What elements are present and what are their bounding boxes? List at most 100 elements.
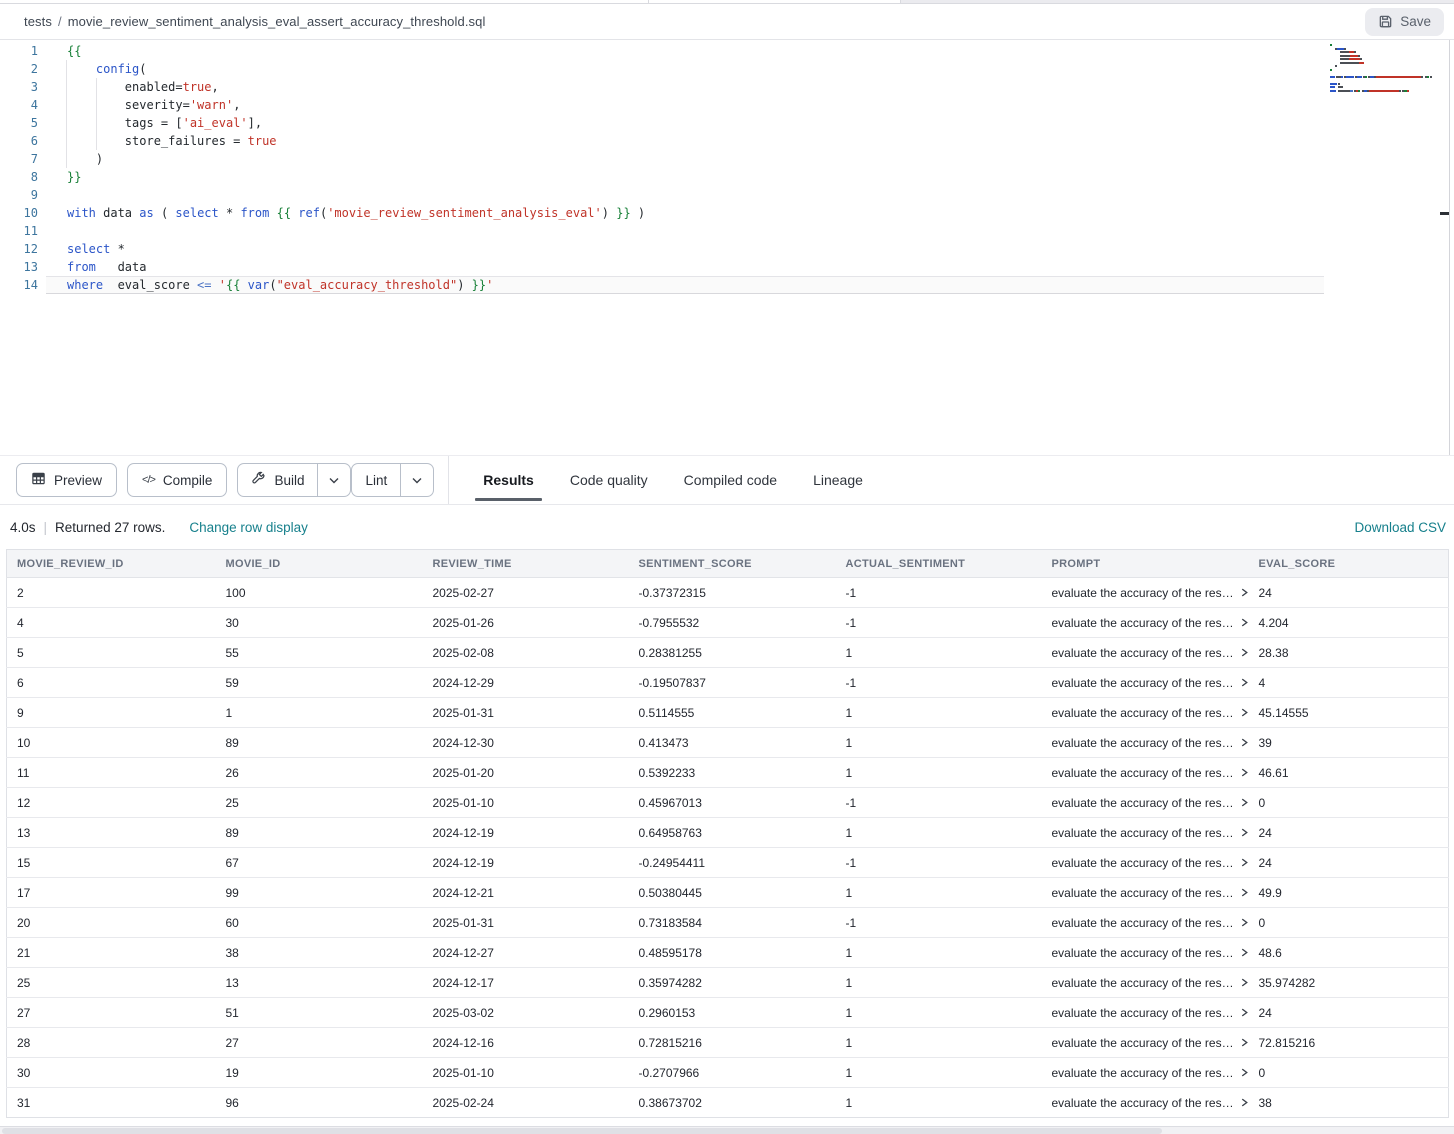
save-button[interactable]: Save	[1365, 8, 1444, 36]
table-row[interactable]: 10892024-12-300.4134731evaluate the accu…	[7, 728, 1449, 758]
prompt-cell[interactable]: evaluate the accuracy of the res…	[1042, 758, 1249, 788]
table-row[interactable]: 28272024-12-160.728152161evaluate the ac…	[7, 1028, 1449, 1058]
column-header[interactable]: SENTIMENT_SCORE	[629, 550, 836, 578]
code-line[interactable]: severity='warn',	[46, 96, 1454, 114]
prompt-cell[interactable]: evaluate the accuracy of the res…	[1042, 878, 1249, 908]
chevron-right-icon[interactable]	[1240, 886, 1249, 900]
chevron-right-icon[interactable]	[1240, 1036, 1249, 1050]
code-line[interactable]: where eval_score <= '{{ var("eval_accura…	[46, 276, 1324, 294]
prompt-cell[interactable]: evaluate the accuracy of the res…	[1042, 1088, 1249, 1118]
chevron-right-icon[interactable]	[1240, 856, 1249, 870]
table-cell: 31	[7, 1088, 216, 1118]
prompt-cell[interactable]: evaluate the accuracy of the res…	[1042, 968, 1249, 998]
horizontal-scrollbar[interactable]	[0, 1126, 1454, 1134]
chevron-right-icon[interactable]	[1240, 946, 1249, 960]
download-csv-link[interactable]: Download CSV	[1354, 520, 1446, 535]
prompt-cell[interactable]: evaluate the accuracy of the res…	[1042, 848, 1249, 878]
prompt-cell[interactable]: evaluate the accuracy of the res…	[1042, 698, 1249, 728]
prompt-cell[interactable]: evaluate the accuracy of the res…	[1042, 998, 1249, 1028]
column-header[interactable]: MOVIE_ID	[216, 550, 423, 578]
prompt-cell[interactable]: evaluate the accuracy of the res…	[1042, 1058, 1249, 1088]
code-line[interactable]: store_failures = true	[46, 132, 1454, 150]
chevron-right-icon[interactable]	[1240, 736, 1249, 750]
chevron-right-icon[interactable]	[1240, 1066, 1249, 1080]
chevron-right-icon[interactable]	[1240, 646, 1249, 660]
chevron-right-icon[interactable]	[1240, 1006, 1249, 1020]
table-row[interactable]: 31962025-02-240.386737021evaluate the ac…	[7, 1088, 1449, 1118]
table-row[interactable]: 11262025-01-200.53922331evaluate the acc…	[7, 758, 1449, 788]
prompt-cell[interactable]: evaluate the accuracy of the res…	[1042, 668, 1249, 698]
code-brackets-icon: </>	[142, 474, 155, 486]
code-line[interactable]: config(	[46, 60, 1454, 78]
code-line[interactable]	[46, 186, 1454, 204]
code-line[interactable]: }}	[46, 168, 1454, 186]
table-row[interactable]: 6592024-12-29-0.19507837-1evaluate the a…	[7, 668, 1449, 698]
table-row[interactable]: 20602025-01-310.73183584-1evaluate the a…	[7, 908, 1449, 938]
table-row[interactable]: 13892024-12-190.649587631evaluate the ac…	[7, 818, 1449, 848]
code-line[interactable]: )	[46, 150, 1454, 168]
column-header[interactable]: PROMPT	[1042, 550, 1249, 578]
table-row[interactable]: 17992024-12-210.503804451evaluate the ac…	[7, 878, 1449, 908]
table-row[interactable]: 21382024-12-270.485951781evaluate the ac…	[7, 938, 1449, 968]
prompt-cell[interactable]: evaluate the accuracy of the res…	[1042, 728, 1249, 758]
horizontal-scrollbar-thumb[interactable]	[2, 1128, 1162, 1134]
table-row[interactable]: 30192025-01-10-0.27079661evaluate the ac…	[7, 1058, 1449, 1088]
chevron-right-icon[interactable]	[1240, 616, 1249, 630]
table-row[interactable]: 4302025-01-26-0.7955532-1evaluate the ac…	[7, 608, 1449, 638]
editor-overview-ruler[interactable]	[1449, 40, 1450, 455]
prompt-cell[interactable]: evaluate the accuracy of the res…	[1042, 1028, 1249, 1058]
chevron-right-icon[interactable]	[1240, 976, 1249, 990]
breadcrumb-separator: /	[58, 14, 62, 29]
column-header[interactable]: EVAL_SCORE	[1249, 550, 1449, 578]
table-row[interactable]: 12252025-01-100.45967013-1evaluate the a…	[7, 788, 1449, 818]
editor-code-area[interactable]: {{ config( enabled=true, severity='warn'…	[46, 40, 1454, 455]
chevron-right-icon[interactable]	[1240, 706, 1249, 720]
code-line[interactable]: enabled=true,	[46, 78, 1454, 96]
lint-button[interactable]: Lint	[352, 464, 400, 496]
tab-results[interactable]: Results	[465, 456, 552, 504]
code-line[interactable]: from data	[46, 258, 1454, 276]
sql-code-editor[interactable]: 1234567891011121314 {{ config( enabled=t…	[0, 40, 1454, 455]
prompt-cell[interactable]: evaluate the accuracy of the res…	[1042, 908, 1249, 938]
tab-compiled-code[interactable]: Compiled code	[666, 456, 795, 504]
chevron-right-icon[interactable]	[1240, 676, 1249, 690]
table-row[interactable]: 27512025-03-020.29601531evaluate the acc…	[7, 998, 1449, 1028]
code-line[interactable]: select *	[46, 240, 1454, 258]
code-token: '	[486, 278, 493, 292]
table-row[interactable]: 25132024-12-170.359742821evaluate the ac…	[7, 968, 1449, 998]
chevron-right-icon[interactable]	[1240, 826, 1249, 840]
chevron-right-icon[interactable]	[1240, 586, 1249, 600]
prompt-cell[interactable]: evaluate the accuracy of the res…	[1042, 638, 1249, 668]
tab-code-quality[interactable]: Code quality	[552, 456, 666, 504]
table-row[interactable]: 15672024-12-19-0.24954411-1evaluate the …	[7, 848, 1449, 878]
table-row[interactable]: 912025-01-310.51145551evaluate the accur…	[7, 698, 1449, 728]
column-header[interactable]: REVIEW_TIME	[423, 550, 629, 578]
chevron-right-icon[interactable]	[1240, 916, 1249, 930]
code-line[interactable]	[46, 222, 1454, 240]
editor-minimap[interactable]	[1330, 44, 1444, 93]
column-header[interactable]: ACTUAL_SENTIMENT	[836, 550, 1042, 578]
prompt-cell[interactable]: evaluate the accuracy of the res…	[1042, 788, 1249, 818]
prompt-cell[interactable]: evaluate the accuracy of the res…	[1042, 818, 1249, 848]
change-row-display-link[interactable]: Change row display	[189, 520, 308, 535]
code-line[interactable]: tags = ['ai_eval'],	[46, 114, 1454, 132]
column-header[interactable]: MOVIE_REVIEW_ID	[7, 550, 216, 578]
compile-button[interactable]: </> Compile	[127, 463, 227, 497]
code-line[interactable]: {{	[46, 42, 1454, 60]
table-cell: 0.2960153	[629, 998, 836, 1028]
breadcrumb-dir[interactable]: tests	[24, 14, 52, 29]
prompt-cell[interactable]: evaluate the accuracy of the res…	[1042, 608, 1249, 638]
prompt-cell[interactable]: evaluate the accuracy of the res…	[1042, 578, 1249, 608]
chevron-right-icon[interactable]	[1240, 1096, 1249, 1110]
prompt-cell[interactable]: evaluate the accuracy of the res…	[1042, 938, 1249, 968]
build-dropdown-caret[interactable]	[317, 464, 350, 496]
code-line[interactable]: with data as ( select * from {{ ref('mov…	[46, 204, 1454, 222]
lint-dropdown-caret[interactable]	[400, 464, 433, 496]
tab-lineage[interactable]: Lineage	[795, 456, 881, 504]
preview-button[interactable]: Preview	[16, 463, 117, 497]
table-row[interactable]: 21002025-02-27-0.37372315-1evaluate the …	[7, 578, 1449, 608]
table-row[interactable]: 5552025-02-080.283812551evaluate the acc…	[7, 638, 1449, 668]
chevron-right-icon[interactable]	[1240, 766, 1249, 780]
build-button[interactable]: Build	[238, 464, 317, 496]
chevron-right-icon[interactable]	[1240, 796, 1249, 810]
